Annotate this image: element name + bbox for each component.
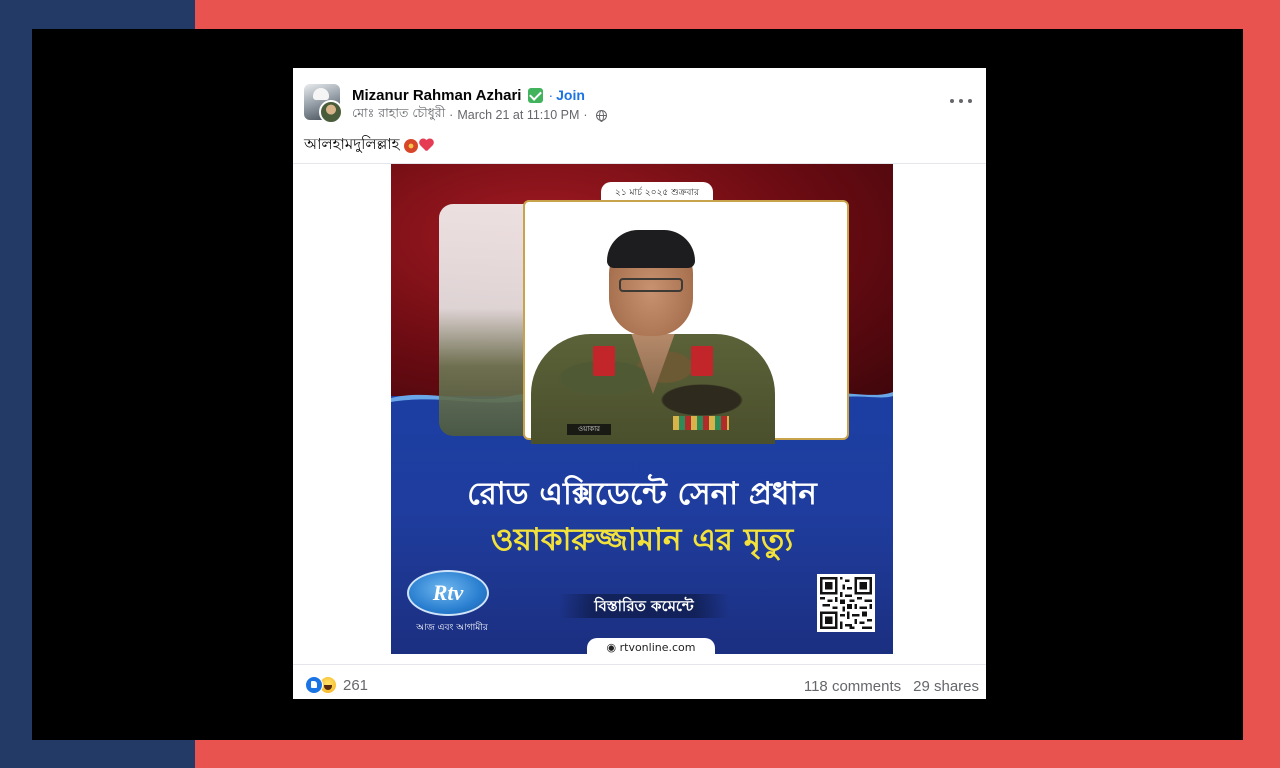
medal-ribbons — [673, 416, 729, 430]
post-text-content: আলহামদুলিল্লাহ — [304, 135, 400, 153]
meta-separator: · — [449, 108, 454, 122]
verified-icon — [528, 87, 544, 103]
post-timestamp[interactable]: March 21 at 11:10 PM — [457, 108, 579, 122]
poster-avatar[interactable] — [319, 100, 343, 124]
glasses — [619, 278, 683, 292]
post-meta: মোঃ রাহাত চৌধুরী · March 21 at 11:10 PM … — [352, 105, 607, 125]
author-line: Mizanur Rahman Azhari · Join — [352, 86, 585, 104]
shares-link[interactable]: 29 shares — [913, 678, 979, 695]
more-options-icon — [950, 99, 954, 103]
more-options-icon — [968, 99, 972, 103]
meta-separator: · — [583, 108, 588, 122]
rank-insignia-left — [593, 346, 615, 376]
join-button[interactable]: Join — [556, 87, 585, 103]
post-image[interactable]: ২১ মার্চ ২০২৫ শুক্রবার ওয়াকার রোড এক্সি… — [391, 164, 893, 654]
hair — [607, 230, 695, 268]
reactions-summary[interactable]: 261 — [305, 674, 368, 696]
more-options-icon — [959, 99, 963, 103]
join-separator: · — [548, 87, 554, 103]
site-label-text: rtvonline.com — [619, 641, 696, 654]
site-label: ◉ rtvonline.com — [587, 638, 715, 654]
divider — [293, 664, 986, 665]
reaction-count[interactable]: 261 — [343, 677, 368, 694]
photo-left-ghost — [439, 204, 531, 436]
headline-line-2: ওয়াকারুজ্জামান এর মৃত্যু — [490, 522, 794, 558]
like-icon — [305, 676, 323, 694]
post-text: আলহামদুলিল্লাহ — [304, 133, 434, 158]
rank-insignia-right — [691, 346, 713, 376]
flower-icon — [404, 138, 419, 153]
post-stats: 118 comments 29 shares — [804, 676, 979, 696]
globe-icon — [595, 109, 607, 122]
uniform-nameplate: ওয়াকার — [567, 424, 611, 435]
avatar-group[interactable] — [304, 84, 343, 124]
heart-icon — [419, 139, 434, 153]
headline-line-1: রোড এক্সিডেন্টে সেনা প্রধান — [467, 476, 817, 512]
details-label: বিস্তারিত কমেন্টে — [559, 594, 729, 618]
author-name[interactable]: Mizanur Rahman Azhari — [352, 87, 521, 104]
portrait-person — [531, 230, 775, 444]
qr-code — [817, 574, 875, 632]
poster-name[interactable]: মোঃ রাহাত চৌধুরী — [352, 105, 445, 125]
comments-link[interactable]: 118 comments — [804, 678, 901, 695]
rtv-tagline: আজ এবং আগামীর — [416, 623, 488, 633]
globe-icon: ◉ — [606, 641, 620, 654]
rtv-logo: Rtv — [407, 570, 489, 616]
more-options-button[interactable] — [950, 94, 972, 108]
facebook-post-card: Mizanur Rahman Azhari · Join মোঃ রাহাত চ… — [293, 68, 986, 699]
post-header: Mizanur Rahman Azhari · Join মোঃ রাহাত চ… — [293, 68, 986, 128]
